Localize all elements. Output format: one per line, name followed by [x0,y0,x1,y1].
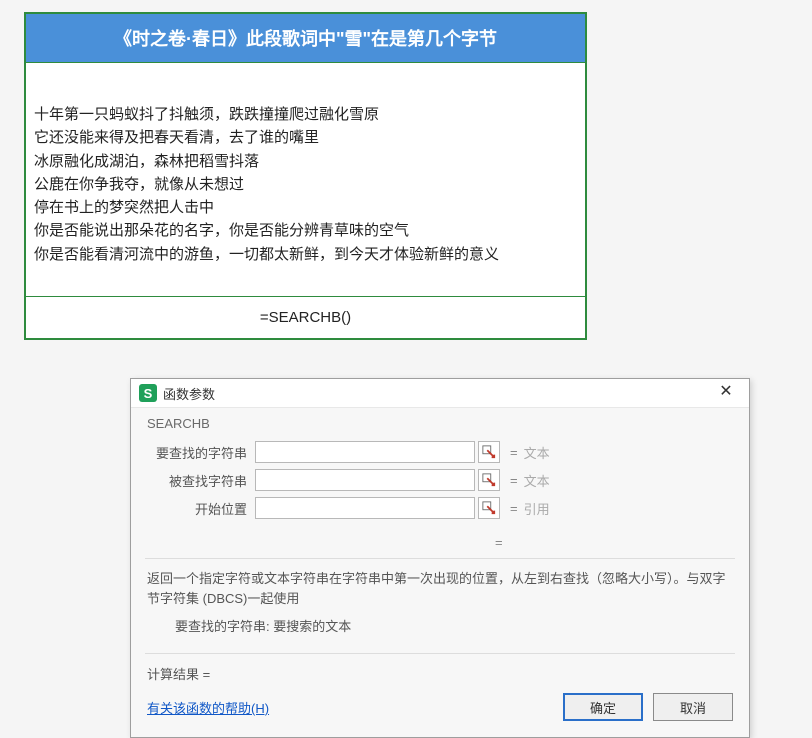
arg-label: 开始位置 [145,499,255,518]
lyric-line: 停在书上的梦突然把人击中 [34,196,577,219]
lyric-line: 十年第一只蚂蚁抖了抖触须，跌跌撞撞爬过融化雪原 [34,103,577,126]
arg-type-hint: 引用 [524,499,550,518]
param-hint: 要查找的字符串: 要搜索的文本 [147,609,733,639]
dialog-footer: 有关该函数的帮助(H) 确定 取消 [145,683,735,725]
range-picker-icon[interactable] [478,469,500,491]
app-icon: S [139,384,157,402]
formula-cell[interactable]: =SEARCHB() [26,297,585,338]
range-picker-icon[interactable] [478,441,500,463]
arg-type-hint: 文本 [524,443,550,462]
question-header-cell[interactable]: 《时之卷·春日》此段歌词中"雪"在是第几个字节 [26,14,585,63]
spreadsheet-selection: 《时之卷·春日》此段歌词中"雪"在是第几个字节 十年第一只蚂蚁抖了抖触须，跌跌撞… [24,12,587,340]
argument-fields: 要查找的字符串 = 文本 被查找字符串 = 文本 开始位置 [145,437,735,531]
lyric-line: 冰原融化成湖泊，森林把稻雪抖落 [34,150,577,173]
lyric-line: 它还没能来得及把春天看清，去了谁的嘴里 [34,126,577,149]
close-icon[interactable]: ✕ [711,383,741,403]
arg-label: 被查找字符串 [145,471,255,490]
arg-label: 要查找的字符串 [145,443,255,462]
param-hint-label: 要查找的字符串: [175,619,270,634]
arg-type-hint: 文本 [524,471,550,490]
function-description: 返回一个指定字符或文本字符串在字符串中第一次出现的位置，从左到右查找（忽略大小写… [145,558,735,643]
function-arguments-dialog: S 函数参数 ✕ SEARCHB 要查找的字符串 = 文本 被查找字符串 [130,378,750,738]
within-text-input[interactable] [255,469,475,491]
function-name-label: SEARCHB [145,416,735,431]
arg-row-within-text: 被查找字符串 = 文本 [145,469,735,491]
equals-sign: = [510,445,518,460]
ok-button[interactable]: 确定 [563,693,643,721]
param-hint-text: 要搜索的文本 [273,619,351,634]
dialog-title: 函数参数 [163,384,711,403]
help-link[interactable]: 有关该函数的帮助(H) [147,698,553,717]
range-picker-icon[interactable] [478,497,500,519]
description-text: 返回一个指定字符或文本字符串在字符串中第一次出现的位置，从左到右查找（忽略大小写… [147,569,733,609]
start-num-input[interactable] [255,497,475,519]
lyrics-cell[interactable]: 十年第一只蚂蚁抖了抖触须，跌跌撞撞爬过融化雪原 它还没能来得及把春天看清，去了谁… [26,63,585,297]
lyric-line: 你是否能看清河流中的游鱼，一切都太新鲜，到今天才体验新鲜的意义 [34,243,577,266]
find-text-input[interactable] [255,441,475,463]
dialog-titlebar[interactable]: S 函数参数 ✕ [131,379,749,408]
arg-row-start-num: 开始位置 = 引用 [145,497,735,519]
lyric-line: 公鹿在你争我夺，就像从未想过 [34,173,577,196]
equals-sign: = [510,501,518,516]
arg-row-find-text: 要查找的字符串 = 文本 [145,441,735,463]
formula-preview: = [145,531,735,558]
lyric-line: 你是否能说出那朵花的名字，你是否能分辨青草味的空气 [34,219,577,242]
equals-sign: = [510,473,518,488]
cancel-button[interactable]: 取消 [653,693,733,721]
calc-result-label: 计算结果 = [145,653,735,683]
